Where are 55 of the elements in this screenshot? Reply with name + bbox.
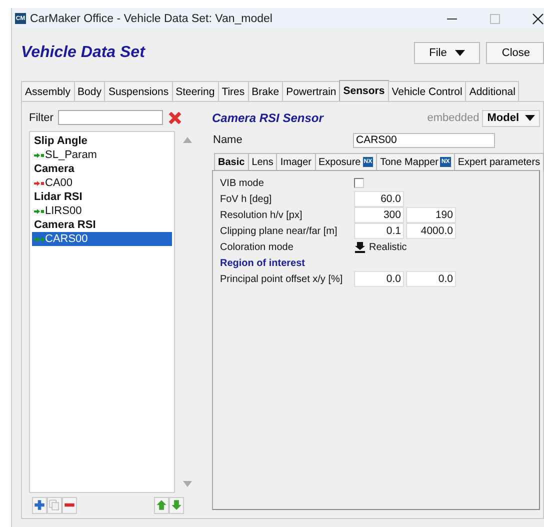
filter-field[interactable] — [58, 110, 164, 125]
group-label: Camera RSI — [33, 218, 97, 232]
add-icon — [33, 497, 46, 513]
tab[interactable]: Vehicle Control — [388, 81, 466, 101]
filter-label: Filter — [29, 112, 54, 124]
download-icon — [354, 241, 366, 253]
subtab[interactable]: Basic — [214, 153, 249, 170]
clear-filter-icon[interactable] — [168, 110, 182, 124]
subtab[interactable]: Expert parameters — [454, 153, 544, 170]
tab[interactable]: Assembly — [21, 81, 75, 101]
caret-icon — [525, 115, 535, 121]
sensor-item[interactable]: LIRS00 — [32, 204, 172, 218]
field-label: Resolution h/v [px] — [220, 210, 304, 220]
coloration-dropdown[interactable]: Realistic — [354, 241, 407, 253]
down-button[interactable] — [169, 496, 184, 514]
field-label: Coloration mode — [220, 242, 294, 252]
number-field[interactable]: 0.0 — [406, 271, 456, 287]
number-field[interactable]: 4000.0 — [406, 223, 456, 239]
file-menu-button[interactable]: File — [414, 42, 480, 64]
group-label: Camera — [33, 162, 76, 176]
sensor-item[interactable]: SL_Param — [32, 148, 172, 162]
close-icon[interactable] — [532, 12, 544, 24]
group-label: Slip Angle — [33, 134, 88, 148]
maximize-icon[interactable] — [490, 14, 500, 24]
group-label: Lidar RSI — [33, 190, 84, 204]
checkbox[interactable] — [354, 178, 364, 188]
scroll-down-icon[interactable] — [183, 481, 192, 487]
number-field[interactable]: 60.0 — [354, 191, 404, 207]
field-label: Principal point offset x/y [%] — [220, 274, 344, 284]
copy-icon — [48, 497, 61, 513]
number-field[interactable]: 190 — [406, 207, 456, 223]
up-button[interactable] — [154, 496, 169, 514]
sensor-item[interactable]: CA00 — [32, 176, 172, 190]
number-field[interactable]: 0.1 — [354, 223, 404, 239]
add-button[interactable] — [32, 496, 47, 514]
page-title: Vehicle Data Set — [21, 44, 145, 62]
mode-label: embedded — [427, 112, 480, 124]
sensor-item[interactable]: CARS00 — [32, 232, 172, 246]
number-field[interactable]: 300 — [354, 207, 404, 223]
tab[interactable]: Sensors — [339, 80, 389, 101]
name-label: Name — [213, 134, 244, 146]
model-dropdown[interactable]: Model — [482, 110, 540, 126]
field-label: Clipping plane near/far [m] — [220, 226, 338, 236]
sensor-title: Camera RSI Sensor — [212, 111, 324, 125]
tab[interactable]: Additional — [465, 81, 520, 101]
scroll-up-icon[interactable] — [183, 137, 192, 143]
number-field[interactable]: 0.0 — [354, 271, 404, 287]
field-label: FoV h [deg] — [220, 194, 273, 204]
subtab[interactable]: Imager — [276, 153, 316, 170]
section-heading: Region of interest — [220, 258, 306, 268]
name-field[interactable]: CARS00 — [353, 132, 495, 148]
close-button[interactable]: Close — [486, 42, 544, 64]
window-title: CarMaker Office - Vehicle Data Set: Van_model — [30, 12, 272, 24]
field-label: VIB mode — [220, 178, 265, 188]
remove-button[interactable] — [62, 496, 77, 514]
